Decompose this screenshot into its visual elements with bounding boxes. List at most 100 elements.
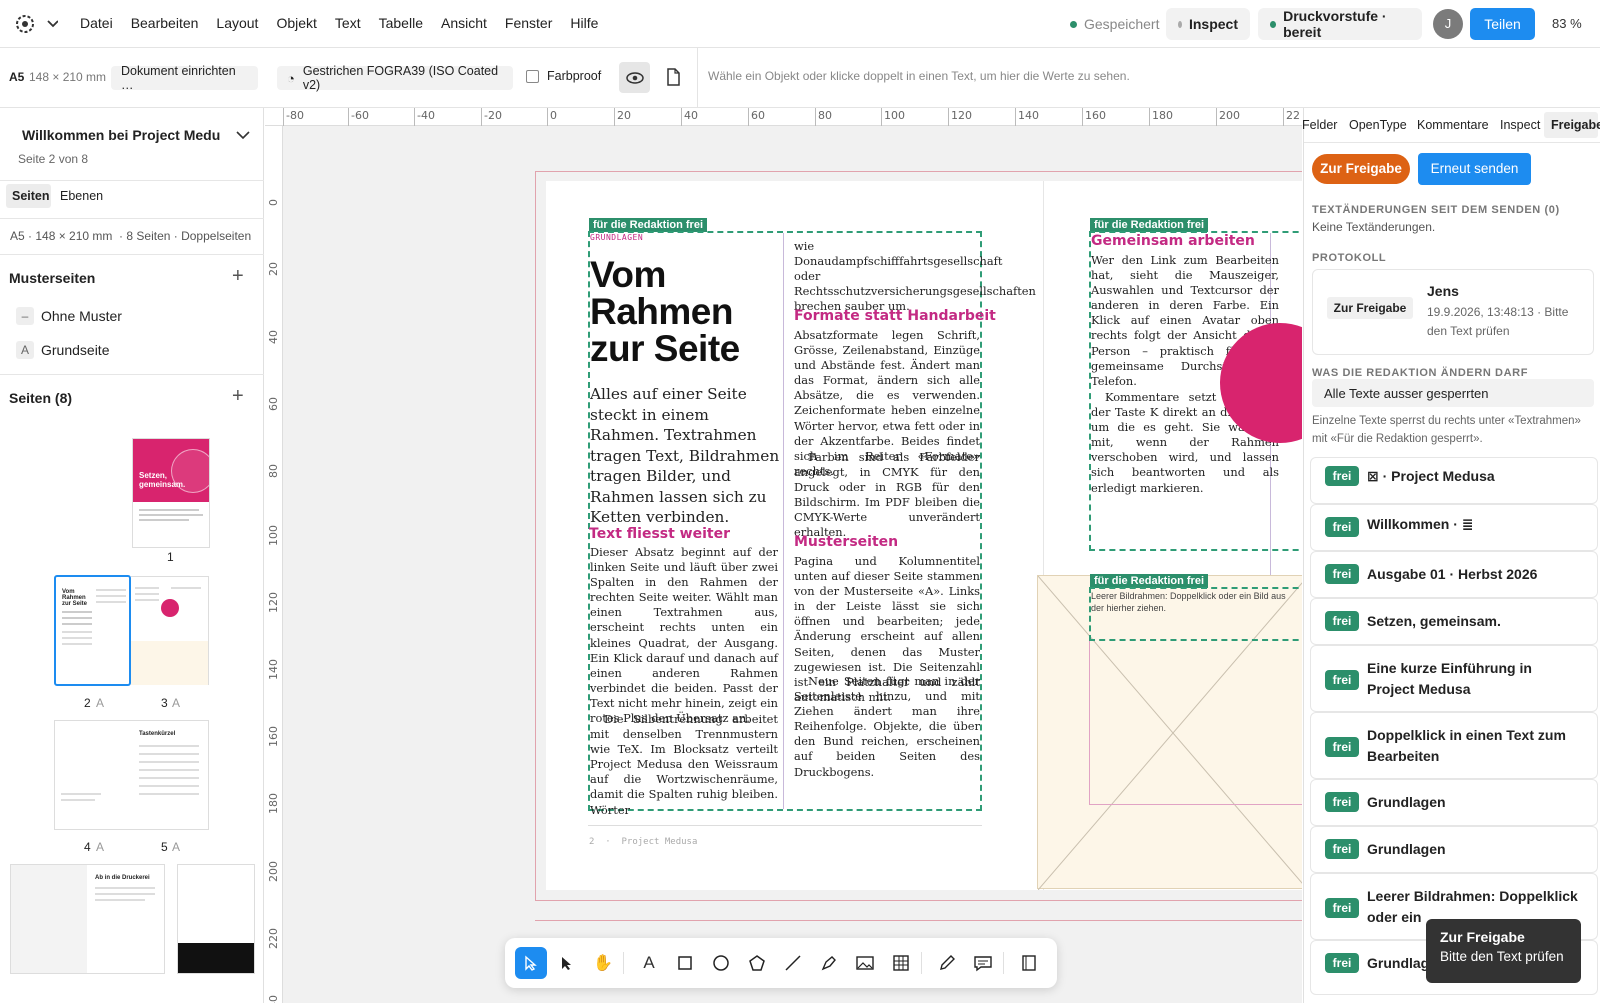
- text-item[interactable]: frei Eine kurze Einführung in Project Me…: [1310, 645, 1598, 712]
- frame-tag[interactable]: für die Redaktion frei: [1090, 218, 1209, 232]
- ruler-tick: 180: [1149, 108, 1173, 126]
- tab-felder[interactable]: Felder: [1302, 118, 1337, 132]
- inspect-dot-icon: [1178, 20, 1182, 28]
- master-badge: A: [16, 341, 34, 359]
- tab-kommentare[interactable]: Kommentare: [1417, 118, 1489, 132]
- tab-freigabe[interactable]: Freigabe: [1544, 112, 1600, 138]
- page-thumbnail-1[interactable]: Setzen, gemeinsam.: [132, 438, 210, 548]
- chevron-down-icon[interactable]: [236, 130, 250, 140]
- ruler-tick: 40: [681, 108, 698, 126]
- document-title[interactable]: Willkommen bei Project Medu: [22, 127, 220, 143]
- rectangle-tool[interactable]: [669, 947, 701, 979]
- share-button[interactable]: Teilen: [1470, 8, 1535, 40]
- tab-ebenen[interactable]: Ebenen: [60, 189, 103, 203]
- menu-datei[interactable]: Datei: [80, 15, 113, 31]
- tab-seiten-label: Seiten: [12, 189, 50, 203]
- body-paragraph-1: Dieser Absatz beginnt auf der linken Sei…: [590, 545, 778, 726]
- page-view-button[interactable]: [663, 66, 683, 88]
- pen-tool[interactable]: [813, 947, 845, 979]
- color-profile-button[interactable]: ◔ Gestrichen FOGRA39 (ISO Coated v2): [277, 64, 513, 92]
- frame-tool[interactable]: [1013, 947, 1045, 979]
- thumb-line: [135, 587, 159, 589]
- page-thumbnail-5[interactable]: Tastenkürzel: [131, 720, 209, 830]
- thumb-line: [139, 761, 199, 763]
- tab-freigabe-label: Freigabe: [1551, 118, 1600, 132]
- menu-ansicht[interactable]: Ansicht: [441, 15, 487, 31]
- master-item-none[interactable]: – Ohne Muster: [10, 304, 250, 330]
- zoom-level[interactable]: 83 %: [1552, 16, 1582, 31]
- menu-hilfe[interactable]: Hilfe: [570, 15, 598, 31]
- add-master-icon[interactable]: +: [232, 265, 244, 288]
- approval-status-button[interactable]: Zur Freigabe: [1312, 154, 1410, 184]
- pencil-tool[interactable]: [931, 947, 963, 979]
- lead-paragraph: Alles auf einer Seite steckt in einem Ra…: [590, 385, 780, 526]
- image-tool[interactable]: [849, 947, 881, 979]
- tooltip-text: Bitte den Text prüfen: [1440, 949, 1564, 964]
- resend-button[interactable]: Erneut senden: [1418, 153, 1531, 185]
- thumb-line: [62, 631, 92, 633]
- text-item[interactable]: frei Ausgabe 01 · Herbst 2026: [1310, 551, 1598, 598]
- polygon-tool[interactable]: [741, 947, 773, 979]
- page-thumbnail-7[interactable]: Ab in die Druckerei: [87, 864, 165, 974]
- page-thumbnail-8[interactable]: [177, 864, 255, 974]
- direct-select-tool[interactable]: [551, 947, 583, 979]
- text-item[interactable]: frei Grundlagen: [1310, 779, 1598, 826]
- document-setup-button[interactable]: Dokument einrichten …: [111, 64, 258, 92]
- frame-tag[interactable]: für die Redaktion frei: [1090, 574, 1209, 588]
- tool-dock: ✋ A: [505, 938, 1057, 988]
- tab-seiten[interactable]: Seiten: [6, 184, 51, 208]
- ruler-tick: 200: [1216, 108, 1240, 126]
- body-paragraph-7: Neue Seiten fügt man in der Seitenleiste…: [794, 674, 980, 779]
- menu-bearbeiten[interactable]: Bearbeiten: [131, 15, 199, 31]
- prepress-status-button[interactable]: Druckvorstufe · bereit: [1258, 8, 1422, 40]
- ruler-tick: 100: [881, 108, 905, 126]
- menu-layout[interactable]: Layout: [216, 15, 258, 31]
- comment-tool[interactable]: [967, 947, 999, 979]
- thumb-dot: [161, 599, 179, 617]
- tab-inspect[interactable]: Inspect: [1500, 118, 1540, 132]
- menu-tabelle[interactable]: Tabelle: [379, 15, 423, 31]
- text-tool[interactable]: A: [633, 947, 665, 979]
- protocol-text: 19.9.2026, 13:48:13 · Bitte den Text prü…: [1427, 305, 1569, 338]
- page-thumbnail-3[interactable]: [131, 576, 209, 685]
- text-item[interactable]: frei ⊠ · Project Medusa: [1310, 457, 1598, 504]
- text-item[interactable]: frei Willkommen · ≣: [1310, 504, 1598, 551]
- preview-toggle[interactable]: [619, 62, 650, 93]
- menu-text[interactable]: Text: [335, 15, 361, 31]
- ruler-tick: 120: [948, 108, 972, 126]
- tab-opentype[interactable]: OpenType: [1349, 118, 1407, 132]
- text-item[interactable]: frei Grundlagen: [1310, 826, 1598, 873]
- body-paragraph-3: wie Donaudampfschifffahrtsgesellschaft o…: [794, 239, 1036, 314]
- ruler-tick: -40: [414, 108, 435, 126]
- proof-checkbox[interactable]: [526, 70, 539, 83]
- menu-objekt[interactable]: Objekt: [276, 15, 316, 31]
- color-profile-label: Gestrichen FOGRA39 (ISO Coated v2): [302, 64, 499, 92]
- divider: [0, 218, 264, 219]
- ellipse-tool[interactable]: [705, 947, 737, 979]
- page-thumbnail-2[interactable]: Vom Rahmen zur Seite: [54, 575, 131, 686]
- table-tool[interactable]: [885, 947, 917, 979]
- document-toolbar: A5 148 × 210 mm Dokument einrichten … ◔ …: [0, 48, 1600, 108]
- canvas[interactable]: -80 -60 -40 -20 0 20 40 60 80 100 120 14…: [265, 108, 1302, 1003]
- frame-tag[interactable]: für die Redaktion frei: [589, 218, 708, 232]
- add-page-icon[interactable]: +: [232, 385, 244, 408]
- line-tool[interactable]: [777, 947, 809, 979]
- master-item-grundseite[interactable]: A Grundseite: [10, 338, 250, 364]
- protocol-badge: Zur Freigabe: [1327, 297, 1413, 319]
- text-item[interactable]: frei Doppelklick in einen Text zum Bearb…: [1310, 712, 1598, 779]
- hand-tool[interactable]: ✋: [587, 947, 619, 979]
- page-thumbnail-4[interactable]: [54, 720, 132, 830]
- inspect-label: Inspect: [1188, 16, 1238, 32]
- thumb-line: [96, 589, 126, 591]
- menu-fenster[interactable]: Fenster: [505, 15, 552, 31]
- page-thumbnail-6[interactable]: [10, 864, 88, 974]
- avatar[interactable]: J: [1433, 9, 1463, 39]
- comment-icon: [974, 956, 992, 972]
- prepress-dot-icon: [1270, 20, 1277, 28]
- edit-rights-select[interactable]: Alle Texte ausser gesperrten: [1312, 379, 1594, 407]
- pen-icon: [821, 956, 836, 971]
- app-logo-menu[interactable]: [14, 12, 59, 36]
- inspect-button[interactable]: Inspect: [1166, 8, 1250, 40]
- text-item[interactable]: frei Setzen, gemeinsam.: [1310, 598, 1598, 645]
- select-tool[interactable]: [515, 947, 547, 979]
